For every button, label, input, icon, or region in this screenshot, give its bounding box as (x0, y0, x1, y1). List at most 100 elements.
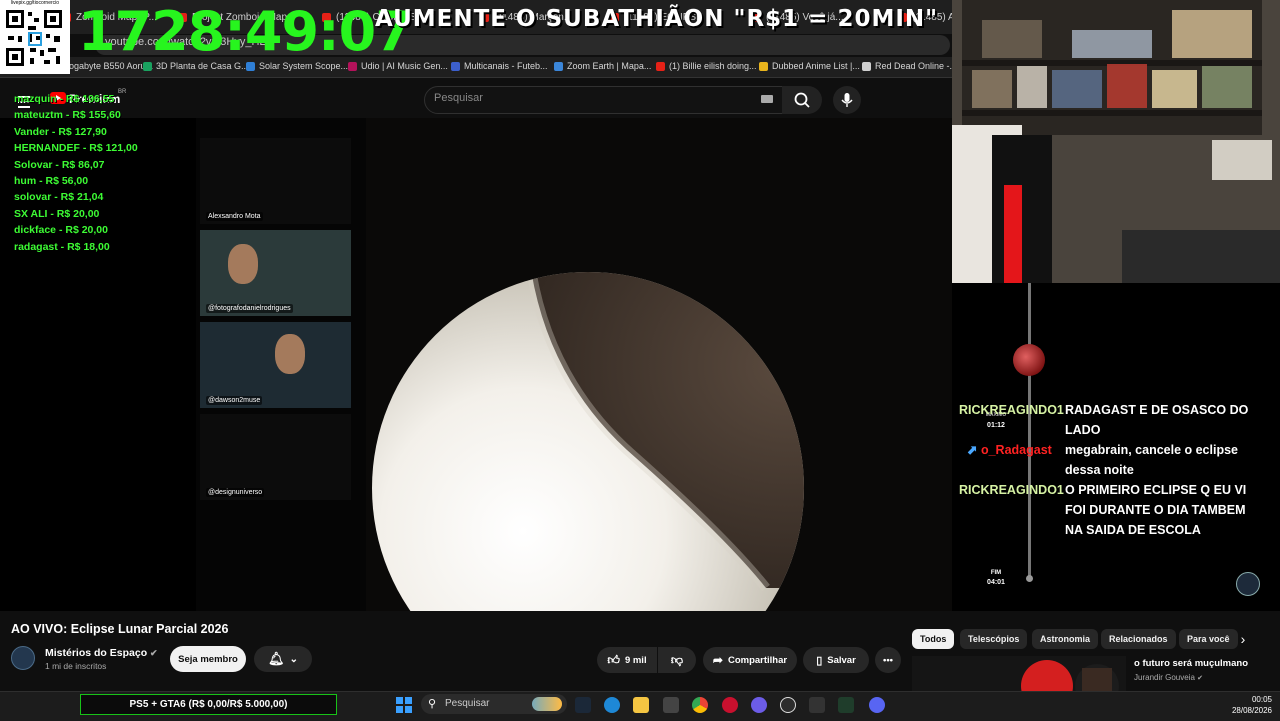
channel-name-text[interactable]: Mistérios do Espaço (45, 647, 147, 659)
chat-username-text: o_Radagast (980, 443, 1052, 457)
recommended-video-title[interactable]: o futuro será muçulmano (1134, 658, 1248, 669)
eclipse-video[interactable] (366, 118, 952, 611)
opera-icon[interactable] (722, 697, 738, 713)
qr-code-icon (6, 10, 62, 66)
like-button[interactable]: 👍︎ 9 mil (597, 647, 657, 673)
search-icon (794, 92, 810, 108)
save-button[interactable]: ▯ Salvar (803, 647, 869, 673)
subathon-timer: 1728:49:07 (78, 0, 413, 63)
guest-face (275, 334, 305, 374)
donor-entry: solovar - R$ 21,04 (14, 191, 104, 204)
chevron-down-icon: ⌄ (289, 653, 298, 665)
dislike-button[interactable]: 👎︎ (658, 647, 696, 673)
bookmark-label: Dubbed Anime List |... (772, 61, 860, 71)
chat-username: RICKREAGINDO1 (959, 400, 1064, 420)
bookmark-label: Multicanais - Futeb... (464, 61, 548, 71)
guest-camera: @dawson2muse (200, 322, 351, 408)
pen-app-icon[interactable] (809, 697, 825, 713)
donor-entry: HERNANDEF - R$ 121,00 (14, 142, 138, 155)
capture-app-icon[interactable] (663, 697, 679, 713)
bookmark-item[interactable]: Zoom Earth | Mapa... (554, 61, 651, 71)
bookmark-favicon-icon (451, 61, 460, 71)
chrome-icon[interactable] (692, 697, 708, 713)
recommended-video-thumbnail[interactable] (912, 656, 1126, 691)
bookmark-item[interactable]: Multicanais - Futeb... (451, 61, 548, 71)
donor-entry: mateuztm - R$ 155,60 (14, 109, 121, 122)
bookmark-label: Zoom Earth | Mapa... (567, 61, 652, 71)
filter-chip[interactable]: Relacionados (1101, 629, 1176, 649)
chat-username: ⬈ o_Radagast (967, 440, 1052, 460)
chat-message-text: megabrain, cancele o eclipse dessa noite (1065, 443, 1238, 477)
bookmark-label: (1) Billie eilish doing... (669, 61, 757, 71)
chat-app-icon[interactable] (751, 697, 767, 713)
timeline-end-marker (1026, 575, 1033, 582)
guest-face (228, 244, 258, 284)
share-icon: ➦ (712, 653, 723, 667)
bookmark-favicon-icon (554, 61, 563, 71)
channel-avatar[interactable] (11, 646, 35, 670)
microphone-icon (841, 93, 853, 107)
audio-app-icon[interactable] (838, 697, 854, 713)
verified-icon: ✔ (1197, 675, 1204, 682)
steam-icon[interactable] (575, 697, 591, 713)
thumbnail-image (912, 656, 1126, 691)
join-member-button[interactable]: Seja membro (170, 646, 246, 672)
streamer-webcam (952, 0, 1280, 283)
timeline-max-time: 01:12 (987, 422, 1005, 429)
search-button[interactable] (782, 86, 822, 114)
bookmark-item[interactable]: (1) Billie eilish doing... (656, 61, 757, 71)
chat-message-text: O PRIMEIRO ECLIPSE Q EU VI FOI DURANTE O… (1065, 483, 1247, 537)
voice-search-button[interactable] (833, 86, 861, 114)
share-label: Compartilhar (727, 654, 788, 666)
bookmark-favicon-icon (656, 61, 665, 71)
filter-chip[interactable]: Telescópios (960, 629, 1028, 649)
bookmark-icon: ▯ (816, 654, 823, 667)
thumbs-down-icon: 👎︎ (670, 652, 684, 667)
windows-start-icon[interactable] (396, 697, 412, 713)
recommended-video-channel[interactable]: Jurandir Gouveia ✔ (1134, 673, 1203, 682)
bookmark-favicon-icon (759, 61, 768, 71)
bookmark-item[interactable]: Red Dead Online -... (862, 61, 957, 71)
edge-icon[interactable] (604, 697, 620, 713)
bookmark-favicon-icon (862, 61, 871, 71)
more-actions-button[interactable]: ••• (875, 647, 901, 673)
share-button[interactable]: ➦ Compartilhar (703, 647, 797, 673)
chat-message-text: RADAGAST E DE OSASCO DO LADO (1065, 403, 1249, 437)
channel-watermark-icon (1236, 572, 1260, 596)
system-clock[interactable]: 00:05 28/08/2026 (1220, 694, 1272, 716)
keyboard-icon[interactable] (761, 95, 773, 103)
donor-entry: hum - R$ 56,00 (14, 175, 89, 188)
donation-qr-code: livepix.gg/tiocornercio (0, 0, 70, 74)
taskbar-search-input[interactable]: Pesquisar (445, 698, 489, 709)
bookmark-label: Red Dead Online -... (875, 61, 958, 71)
obs-icon[interactable] (780, 697, 796, 713)
filter-chip[interactable]: Para você (1179, 629, 1238, 649)
recommended-channel-text[interactable]: Jurandir Gouveia (1134, 673, 1195, 682)
taskbar-search-icon: ⚲ (428, 698, 437, 710)
chevron-right-icon[interactable]: › (1234, 630, 1252, 648)
search-input[interactable]: Pesquisar (434, 92, 483, 104)
discord-icon[interactable] (869, 697, 885, 713)
guest-camera-label: Alexsandro Mota (206, 212, 263, 221)
file-explorer-icon[interactable] (633, 697, 649, 713)
timeline-end-time: 04:01 (987, 579, 1005, 586)
filter-chip[interactable]: Astronomia (1032, 629, 1099, 649)
timeline-end-label: FIM (990, 570, 1002, 576)
clock-date: 28/08/2026 (1231, 706, 1272, 715)
donor-entry: SX ALI - R$ 20,00 (14, 207, 100, 220)
guest-camera: Alexsandro Mota (200, 138, 351, 224)
guest-camera: @fotografodanielrodrigues (200, 230, 351, 316)
subathon-headline: AUMENTE O SUBATHIÃON "R$1 = 20MIN" (375, 6, 939, 32)
bookmark-item[interactable]: Dubbed Anime List |... (759, 61, 860, 71)
guest-camera-label: @dawson2muse (206, 396, 263, 405)
donor-entry: radagast - R$ 18,00 (14, 240, 110, 253)
channel-name[interactable]: Mistérios do Espaço ✔ (45, 647, 158, 659)
donor-entry: mazquin - R$ 196,55 (14, 93, 115, 105)
donor-entry: dickface - R$ 20,00 (14, 224, 108, 237)
filter-chip[interactable]: Todos (912, 629, 955, 649)
chat-username-text: RICKREAGINDO1 (959, 483, 1064, 497)
partial-lunar-eclipse-image (372, 272, 804, 611)
donor-entry: Vander - R$ 127,90 (14, 125, 107, 138)
donation-goal-bar: PS5 + GTA6 (R$ 0,00/R$ 5.000,00) (80, 694, 337, 715)
notifications-button[interactable]: 🔔︎ ⌄ (254, 646, 312, 672)
